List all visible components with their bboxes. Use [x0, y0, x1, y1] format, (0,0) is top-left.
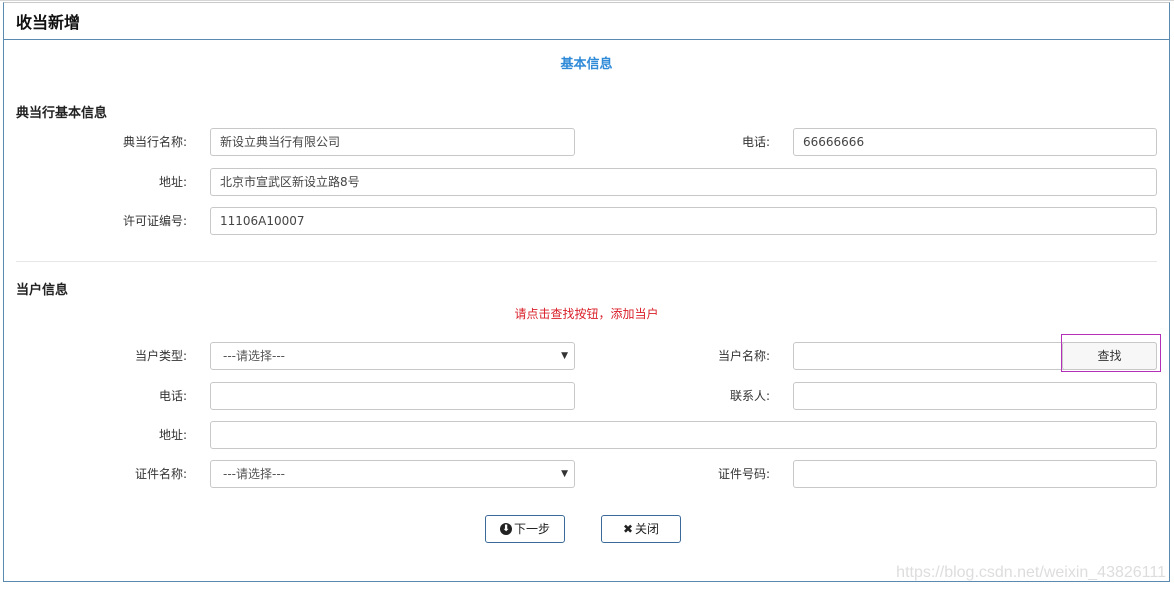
form-panel: 收当新增 基本信息 典当行基本信息 典当行名称: 新设立典当行有限公司 电话: …	[3, 2, 1170, 582]
customer-section-title: 当户信息	[16, 283, 69, 298]
add-customer-hint: 请点击查找按钮，添加当户	[514, 307, 659, 321]
customer-address-field[interactable]	[210, 421, 1157, 449]
customer-type-select[interactable]: ---请选择--- ▼	[210, 342, 575, 370]
title-divider	[4, 39, 1169, 40]
highlight-box	[1061, 334, 1161, 372]
circle-arrow-down-icon: ⬇	[499, 522, 512, 535]
shop-phone-field[interactable]: 66666666	[793, 128, 1157, 156]
shop-name-field[interactable]: 新设立典当行有限公司	[210, 128, 575, 156]
tab-basic-info[interactable]: 基本信息	[4, 53, 1169, 72]
section-divider	[16, 261, 1157, 262]
shop-address-label: 地址:	[158, 175, 187, 189]
cert-name-value: ---请选择---	[223, 467, 285, 481]
cert-name-label: 证件名称:	[134, 467, 187, 481]
watermark: https://blog.csdn.net/weixin_43826111	[896, 564, 1166, 581]
customer-type-value: ---请选择---	[223, 349, 285, 363]
page-title: 收当新增	[16, 13, 81, 32]
customer-name-label: 当户名称:	[717, 349, 770, 363]
contact-field[interactable]	[793, 382, 1157, 410]
close-label: 关闭	[635, 522, 660, 536]
dropdown-arrow-icon: ▼	[561, 351, 568, 361]
close-icon: ✖	[622, 522, 634, 536]
dropdown-arrow-icon: ▼	[561, 469, 568, 479]
next-step-label: 下一步	[513, 522, 550, 536]
next-step-button[interactable]: ⬇ 下一步	[485, 515, 565, 543]
license-field[interactable]: 11106A10007	[210, 207, 1157, 235]
cert-no-label: 证件号码:	[717, 467, 770, 481]
customer-phone-field[interactable]	[210, 382, 575, 410]
close-button[interactable]: ✖ 关闭	[601, 515, 681, 543]
window-top-border	[0, 0, 1174, 1]
contact-label: 联系人:	[729, 389, 770, 403]
customer-address-label: 地址:	[158, 428, 187, 442]
shop-address-field[interactable]: 北京市宣武区新设立路8号	[210, 168, 1157, 196]
shop-name-label: 典当行名称:	[122, 135, 187, 149]
customer-type-label: 当户类型:	[134, 349, 187, 363]
cert-name-select[interactable]: ---请选择--- ▼	[210, 460, 575, 488]
shop-phone-label: 电话:	[741, 135, 770, 149]
license-label: 许可证编号:	[122, 214, 187, 228]
customer-phone-label: 电话:	[158, 389, 187, 403]
shop-section-title: 典当行基本信息	[16, 106, 108, 121]
cert-no-field[interactable]	[793, 460, 1157, 488]
